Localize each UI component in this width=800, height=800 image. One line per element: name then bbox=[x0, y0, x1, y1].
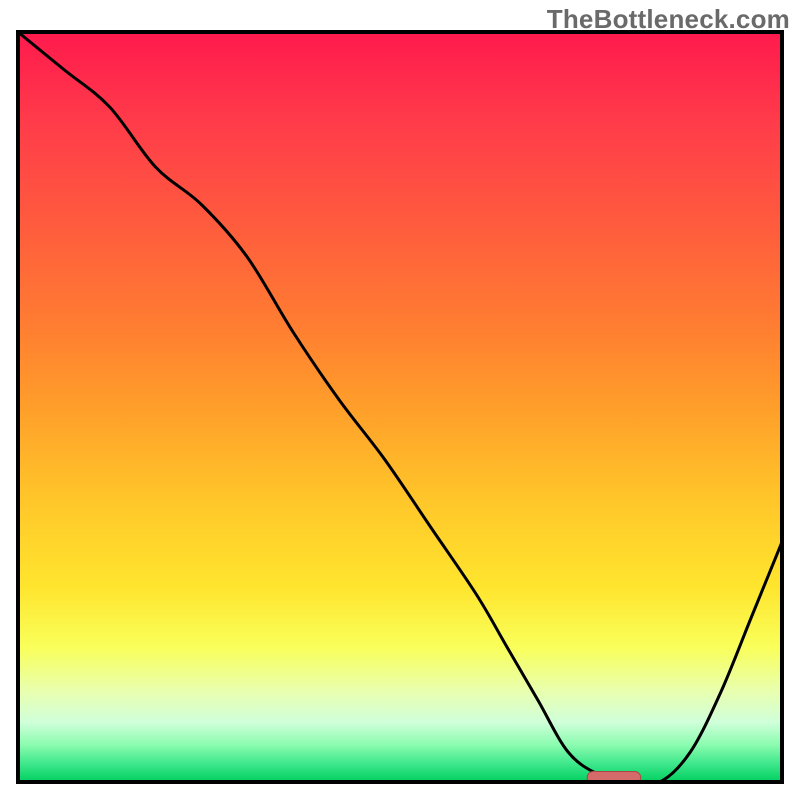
watermark-text: TheBottleneck.com bbox=[547, 4, 790, 35]
chart-svg bbox=[0, 0, 800, 800]
chart-stage: TheBottleneck.com bbox=[0, 0, 800, 800]
gradient-background bbox=[18, 32, 782, 782]
plot-area bbox=[18, 32, 782, 785]
